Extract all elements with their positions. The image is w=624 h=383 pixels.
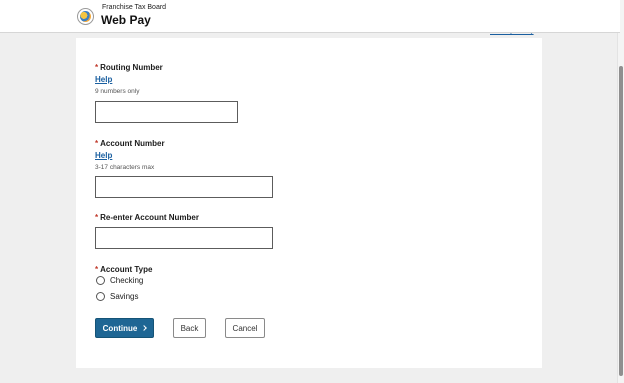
continue-button[interactable]: Continue — [95, 318, 154, 338]
org-name: Franchise Tax Board — [102, 4, 167, 11]
back-button[interactable]: Back — [173, 318, 206, 338]
savings-radio[interactable] — [96, 292, 105, 301]
app-title: Web Pay — [101, 13, 151, 27]
routing-number-input[interactable] — [95, 101, 238, 123]
chevron-right-icon — [141, 325, 148, 331]
account-help-link[interactable]: Help — [95, 151, 112, 160]
routing-number-label: * Routing Number — [95, 63, 163, 72]
continue-label: Continue — [102, 323, 138, 333]
cancel-button[interactable]: Cancel — [225, 318, 265, 338]
required-marker: * — [95, 63, 99, 72]
reenter-account-label: * Re-enter Account Number — [95, 213, 199, 222]
app-header: Franchise Tax Board Web Pay — [0, 0, 620, 33]
ftb-logo-icon[interactable] — [77, 8, 94, 25]
radio-option-checking[interactable]: Checking — [96, 276, 143, 285]
checking-label: Checking — [110, 276, 144, 285]
radio-option-savings[interactable]: Savings — [96, 292, 138, 301]
checking-radio[interactable] — [96, 276, 105, 285]
account-number-input[interactable] — [95, 176, 273, 198]
scrollbar[interactable] — [617, 0, 624, 383]
routing-hint: 9 numbers only — [95, 88, 140, 95]
required-marker: * — [95, 139, 99, 148]
required-marker: * — [95, 265, 99, 274]
required-marker: * — [95, 213, 99, 222]
account-type-label: * Account Type — [95, 265, 153, 274]
account-hint: 3-17 characters max — [95, 164, 155, 171]
savings-label: Savings — [110, 292, 139, 301]
scrollbar-thumb[interactable] — [619, 66, 623, 376]
account-number-label: * Account Number — [95, 139, 165, 148]
routing-help-link[interactable]: Help — [95, 75, 112, 84]
reenter-account-input[interactable] — [95, 227, 273, 249]
